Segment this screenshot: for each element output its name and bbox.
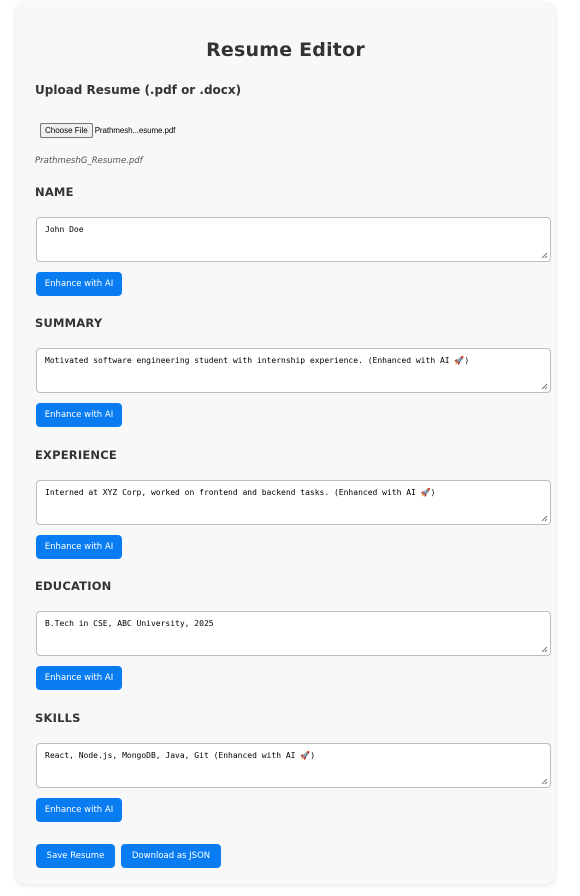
summary-field[interactable]: Motivated software engineering student w… <box>36 348 551 393</box>
name-field-value: John Doe <box>45 225 84 234</box>
section-label-summary: SUMMARY <box>35 316 103 330</box>
section-label-name: NAME <box>35 185 74 199</box>
resume-editor-card: Resume Editor Upload Resume (.pdf or .do… <box>16 3 555 884</box>
download-json-button[interactable]: Download as JSON <box>121 844 221 868</box>
section-label-education: EDUCATION <box>35 579 112 593</box>
enhance-education-button[interactable]: Enhance with AI <box>36 666 122 690</box>
section-label-skills: SKILLS <box>35 711 81 725</box>
resize-grip-icon[interactable] <box>540 382 548 390</box>
resize-grip-icon[interactable] <box>540 251 548 259</box>
resize-grip-icon[interactable] <box>540 645 548 653</box>
save-resume-button[interactable]: Save Resume <box>36 844 115 868</box>
education-field-value: B.Tech in CSE, ABC University, 2025 <box>45 619 214 628</box>
page-title: Resume Editor <box>206 39 365 61</box>
skills-field-value: React, Node.js, MongoDB, Java, Git (Enha… <box>45 751 316 760</box>
choose-file-button[interactable]: Choose File <box>40 123 93 138</box>
resize-grip-icon[interactable] <box>540 514 548 522</box>
section-label-experience: EXPERIENCE <box>35 448 117 462</box>
name-field[interactable]: John Doe <box>36 217 551 262</box>
resize-grip-icon[interactable] <box>540 777 548 785</box>
education-field[interactable]: B.Tech in CSE, ABC University, 2025 <box>36 611 551 656</box>
summary-field-value: Motivated software engineering student w… <box>45 356 470 365</box>
experience-field-value: Interned at XYZ Corp, worked on frontend… <box>45 488 436 497</box>
upload-label: Upload Resume (.pdf or .docx) <box>35 83 242 97</box>
file-input[interactable]: Choose File Prathmesh...esume.pdf <box>40 123 175 138</box>
enhance-name-button[interactable]: Enhance with AI <box>36 272 122 296</box>
skills-field[interactable]: React, Node.js, MongoDB, Java, Git (Enha… <box>36 743 551 788</box>
selected-file-name: PrathmeshG_Resume.pdf <box>35 156 143 166</box>
enhance-summary-button[interactable]: Enhance with AI <box>36 403 122 427</box>
enhance-experience-button[interactable]: Enhance with AI <box>36 535 122 559</box>
experience-field[interactable]: Interned at XYZ Corp, worked on frontend… <box>36 480 551 525</box>
chosen-file-name: Prathmesh...esume.pdf <box>94 126 176 135</box>
enhance-skills-button[interactable]: Enhance with AI <box>36 798 122 822</box>
